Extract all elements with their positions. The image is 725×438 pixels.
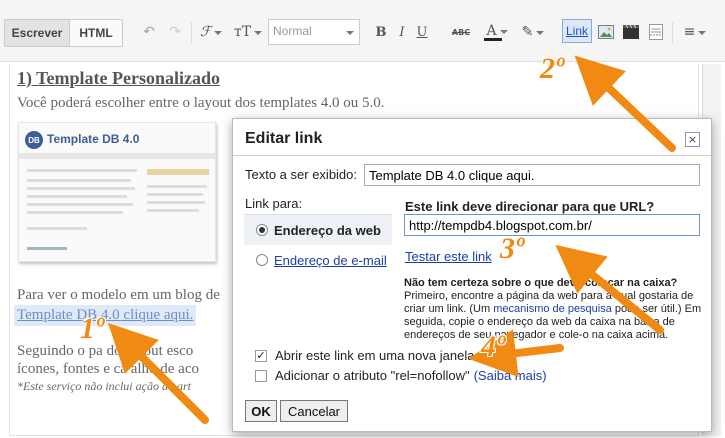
step-2-label: 2º bbox=[540, 52, 564, 85]
arrow-step-2 bbox=[574, 55, 676, 152]
step-1-label: 1º bbox=[80, 312, 104, 345]
arrow-step-3 bbox=[555, 244, 664, 334]
annotation-arrows bbox=[108, 55, 676, 424]
step-4-label: 4º bbox=[481, 330, 505, 363]
step-3-label: 3º bbox=[500, 232, 524, 265]
arrow-step-1 bbox=[108, 323, 209, 424]
